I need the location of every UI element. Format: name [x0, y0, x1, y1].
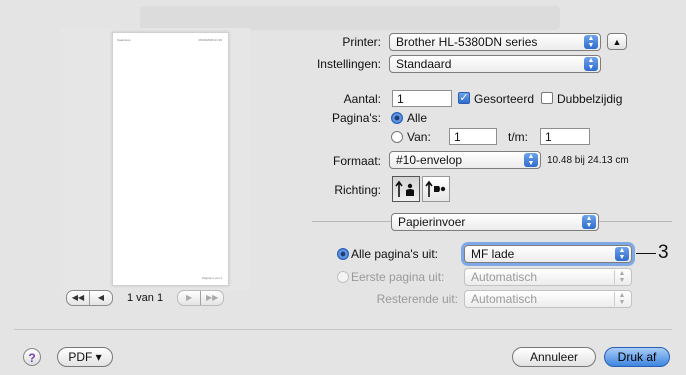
popup-arrows-icon: ▲ ▼ [584, 57, 598, 71]
callout-number: 3 [658, 242, 669, 263]
first-page-source-value: Automatisch [471, 270, 538, 284]
preview-back-group: ◀◀ ◀ [66, 290, 113, 306]
paper-size-label: Formaat: [332, 154, 381, 168]
all-pages-from-label: Alle pagina's uit: [351, 247, 439, 261]
pages-to-label: t/m: [508, 130, 528, 144]
first-page-from-label: Eerste pagina uit: [351, 270, 445, 284]
cancel-button[interactable]: Annuleer [512, 347, 596, 367]
preview-forward-group: ▶ ▶▶ [177, 290, 225, 306]
preview-header-right: 06/04/2009 21:30 [198, 38, 222, 42]
preview-footer: Pagina 1 van 1 [201, 276, 222, 280]
printer-label: Printer: [342, 35, 381, 49]
collated-label: Gesorteerd [474, 92, 535, 106]
portrait-person-icon [395, 180, 414, 197]
remaining-source-value: Automatisch [471, 292, 538, 306]
orientation-label: Richting: [334, 183, 381, 197]
pages-range-radio[interactable] [391, 131, 403, 143]
preview-header-left: Naamloos [117, 38, 131, 42]
background-window-toolbar [140, 6, 560, 30]
popup-arrows-icon: ▲ ▼ [614, 292, 629, 306]
next-page-button[interactable]: ▶ [178, 291, 200, 305]
popup-arrows-icon: ▲ ▼ [582, 215, 596, 229]
duplex-checkbox[interactable] [541, 92, 553, 104]
callout-line [636, 253, 656, 254]
settings-label: Instellingen: [316, 57, 381, 71]
orientation-landscape-button[interactable] [422, 176, 450, 202]
footer-divider [14, 329, 672, 330]
preview-page: Naamloos 06/04/2009 21:30 Pagina 1 van 1 [112, 32, 229, 286]
pages-all-label: Alle [407, 111, 428, 125]
paper-size-value: #10-envelop [396, 153, 463, 167]
settings-select-value: Standaard [396, 57, 452, 71]
copies-label: Aantal: [343, 92, 381, 106]
pages-label: Pagina's: [332, 111, 381, 125]
settings-select[interactable]: Standaard ▲ ▼ [389, 55, 601, 73]
expand-dialog-button[interactable]: ▲ [607, 33, 627, 50]
pages-to-input[interactable]: 1 [540, 128, 590, 145]
popup-arrows-icon: ▲ ▼ [614, 270, 629, 284]
all-pages-from-radio[interactable] [337, 248, 349, 260]
popup-arrows-icon: ▲ ▼ [524, 153, 538, 167]
pages-from-input[interactable]: 1 [449, 128, 497, 145]
remaining-from-label: Resterende uit: [376, 292, 458, 306]
pages-all-radio[interactable] [391, 112, 403, 124]
duplex-label: Dubbelzijdig [557, 92, 623, 106]
page-indicator: 1 van 1 [127, 292, 164, 304]
pages-from-label: Van: [407, 130, 431, 144]
first-page-from-radio[interactable] [337, 271, 349, 283]
previous-page-button[interactable]: ◀ [89, 291, 112, 305]
remaining-source-select[interactable]: Automatisch ▲ ▼ [464, 290, 632, 308]
all-pages-source-value: MF lade [471, 247, 515, 261]
first-page-source-select[interactable]: Automatisch ▲ ▼ [464, 268, 632, 286]
printer-select[interactable]: Brother HL-5380DN series ▲ ▼ [389, 33, 601, 51]
paper-dimensions: 10.48 bij 24.13 cm [547, 155, 629, 166]
paper-size-select[interactable]: #10-envelop ▲ ▼ [389, 151, 541, 169]
pdf-menu-button[interactable]: PDF ▾ [57, 347, 113, 367]
orientation-portrait-button[interactable] [392, 176, 420, 202]
print-dialog: Naamloos 06/04/2009 21:30 Pagina 1 van 1… [0, 0, 686, 375]
panel-select-value: Papierinvoer [398, 215, 466, 229]
first-page-button[interactable]: ◀◀ [67, 291, 89, 305]
popup-arrows-icon: ▲ ▼ [584, 35, 598, 49]
landscape-person-icon [425, 180, 446, 197]
popup-arrows-icon: ▲ ▼ [615, 247, 629, 261]
print-button[interactable]: Druk af [604, 347, 670, 367]
last-page-button[interactable]: ▶▶ [200, 291, 223, 305]
copies-input[interactable]: 1 [392, 90, 452, 107]
panel-select[interactable]: Papierinvoer ▲ ▼ [391, 213, 599, 231]
printer-select-value: Brother HL-5380DN series [396, 35, 538, 49]
collated-checkbox[interactable]: ✓ [458, 92, 470, 104]
preview-navigation: ◀◀ ◀ 1 van 1 ▶ ▶▶ [66, 288, 225, 308]
all-pages-source-select[interactable]: MF lade ▲ ▼ [464, 245, 632, 263]
help-button[interactable]: ? [23, 348, 41, 366]
